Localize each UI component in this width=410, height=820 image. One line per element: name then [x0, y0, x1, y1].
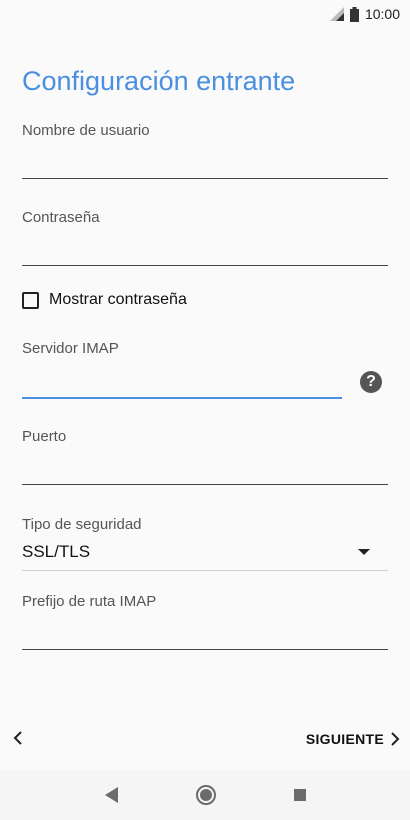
username-label: Nombre de usuario [22, 122, 150, 139]
chevron-right-icon [391, 732, 400, 746]
username-field[interactable]: Nombre de usuario [22, 122, 388, 180]
password-field[interactable]: Contraseña [22, 209, 388, 267]
help-icon[interactable]: ? [360, 371, 382, 393]
nav-back-icon[interactable] [104, 787, 118, 803]
security-type-underline [22, 570, 388, 571]
next-button[interactable]: SIGUIENTE [306, 728, 400, 750]
signal-icon [329, 7, 344, 21]
imap-path-prefix-field[interactable]: Prefijo de ruta IMAP [22, 593, 388, 651]
back-chevron-icon[interactable] [8, 728, 28, 748]
next-button-label: SIGUIENTE [305, 731, 384, 747]
password-label: Contraseña [22, 209, 100, 226]
imap-server-field[interactable]: Servidor IMAP [22, 340, 342, 400]
system-navigation-bar [0, 770, 410, 820]
imap-path-prefix-label: Prefijo de ruta IMAP [22, 593, 157, 610]
security-type-label: Tipo de seguridad [22, 516, 142, 533]
username-underline [22, 178, 388, 179]
port-field[interactable]: Puerto [22, 428, 388, 486]
show-password-checkbox[interactable]: Mostrar contraseña [22, 291, 187, 309]
imap-server-label: Servidor IMAP [22, 340, 119, 357]
password-underline [22, 265, 388, 266]
checkbox-icon[interactable] [22, 291, 39, 309]
imap-path-prefix-underline [22, 649, 388, 650]
status-bar: 10:00 [0, 0, 410, 28]
page-title: Configuración entrante [22, 66, 296, 96]
bottom-action-bar: SIGUIENTE [0, 724, 410, 754]
port-underline [22, 484, 388, 485]
port-label: Puerto [22, 428, 67, 445]
show-password-label: Mostrar contraseña [49, 291, 187, 308]
imap-server-underline [22, 397, 342, 399]
nav-recent-apps-icon[interactable] [293, 789, 306, 801]
nav-home-icon[interactable] [195, 785, 216, 805]
security-type-value: SSL/TLS [22, 542, 91, 561]
battery-icon [349, 6, 359, 22]
dropdown-arrow-icon[interactable] [358, 549, 370, 555]
status-time: 10:00 [364, 6, 400, 22]
security-type-select[interactable]: Tipo de seguridad SSL/TLS [22, 516, 388, 572]
